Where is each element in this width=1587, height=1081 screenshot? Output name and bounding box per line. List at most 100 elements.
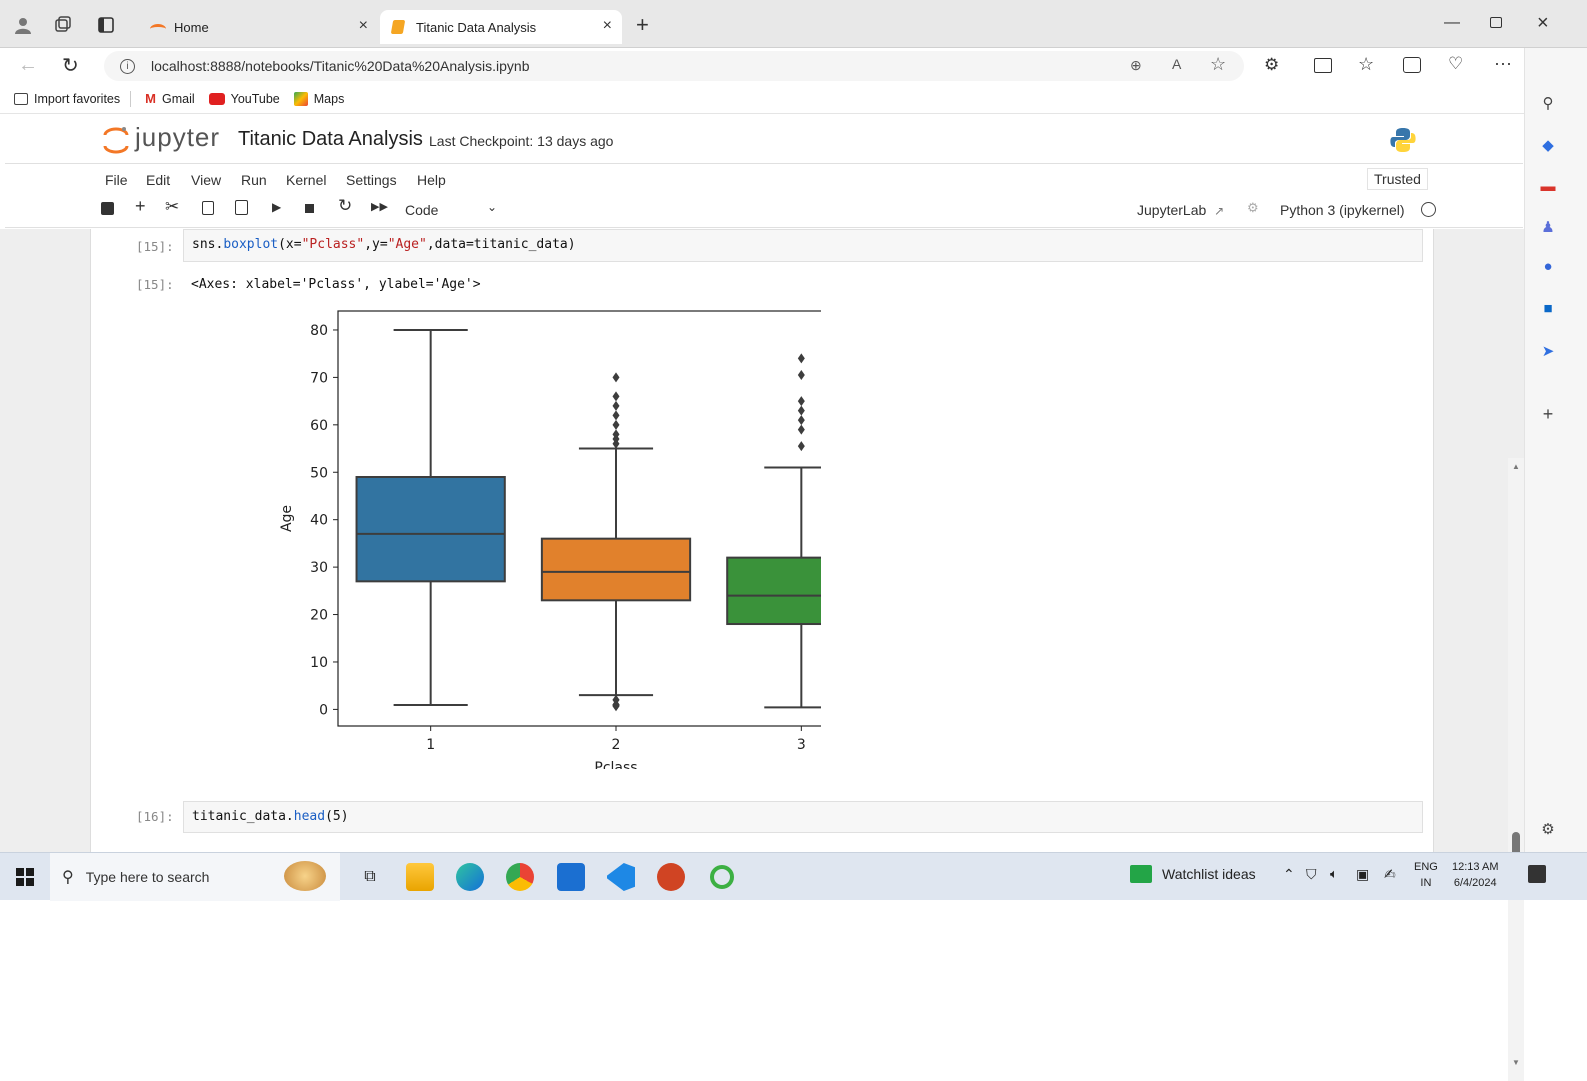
- code-cell-15[interactable]: sns.boxplot(x="Pclass",y="Age",data=tita…: [183, 229, 1423, 262]
- games-icon[interactable]: ♟: [1539, 218, 1557, 236]
- mail-icon[interactable]: [557, 863, 585, 891]
- restart-icon[interactable]: ↻: [338, 196, 352, 216]
- network-icon[interactable]: ⛉: [1306, 866, 1317, 883]
- menu-file[interactable]: File: [105, 172, 128, 188]
- back-icon[interactable]: ←: [18, 54, 38, 77]
- y-tick-label: 80: [310, 323, 328, 339]
- vscode-icon[interactable]: [607, 863, 635, 891]
- close-tab-icon[interactable]: ×: [603, 17, 612, 35]
- minimize-icon[interactable]: —: [1444, 14, 1460, 32]
- clock[interactable]: 12:13 AM 6/4/2024: [1452, 859, 1498, 891]
- maximize-icon[interactable]: [1490, 17, 1502, 28]
- kernel-name[interactable]: Python 3 (ipykernel): [1280, 202, 1405, 218]
- maps-link[interactable]: Maps: [293, 91, 345, 106]
- shopping-tag-icon[interactable]: ◆: [1539, 136, 1557, 154]
- fav-label: Maps: [313, 91, 345, 106]
- read-aloud-icon[interactable]: A: [1172, 56, 1181, 72]
- url-field[interactable]: i localhost:8888/notebooks/Titanic%20Dat…: [104, 51, 1244, 81]
- workspaces-icon[interactable]: [54, 16, 72, 34]
- menu-kernel[interactable]: Kernel: [286, 172, 326, 188]
- profile-icon[interactable]: [14, 16, 32, 34]
- close-window-icon[interactable]: ×: [1537, 12, 1549, 35]
- add-icon[interactable]: +: [1539, 404, 1557, 424]
- x-tick-label: 1: [426, 737, 435, 753]
- lang-region: IN: [1420, 877, 1432, 889]
- code-token: boxplot: [223, 237, 279, 252]
- file-explorer-icon[interactable]: [406, 863, 434, 891]
- import-favorites-link[interactable]: Import favorites: [14, 92, 120, 106]
- refresh-icon[interactable]: ↻: [62, 53, 79, 78]
- lang-primary: ENG: [1414, 861, 1438, 873]
- watchlist-widget[interactable]: Watchlist ideas: [1130, 865, 1256, 883]
- chevron-down-icon: ⌄: [486, 200, 497, 214]
- code-cell-16[interactable]: titanic_data.head(5): [183, 801, 1423, 833]
- notification-icon[interactable]: [1528, 865, 1546, 883]
- stop-icon[interactable]: [305, 204, 314, 213]
- taskbar-search-box[interactable]: ⚲ Type here to search: [50, 853, 340, 901]
- box-iqr-1: [355, 476, 506, 583]
- menu-view[interactable]: View: [191, 172, 221, 188]
- favorite-star-icon[interactable]: ☆: [1210, 54, 1226, 75]
- favorites-icon[interactable]: ☆: [1358, 54, 1374, 75]
- cut-icon[interactable]: ✂: [165, 197, 179, 217]
- outlook-icon[interactable]: ■: [1539, 300, 1557, 318]
- display-icon[interactable]: ▣: [1356, 866, 1369, 883]
- browser-essentials-icon[interactable]: ♡: [1448, 54, 1463, 74]
- edge-icon[interactable]: [456, 863, 484, 891]
- kernel-settings-icon[interactable]: ⚙: [1247, 200, 1259, 216]
- language-indicator[interactable]: ENG IN: [1414, 859, 1438, 891]
- scroll-up-icon[interactable]: ▲: [1512, 462, 1520, 471]
- menu-edit[interactable]: Edit: [146, 172, 170, 188]
- jupyterlab-link[interactable]: JupyterLab ↗: [1137, 202, 1224, 218]
- windows-start-icon[interactable]: [16, 868, 34, 886]
- zoom-icon[interactable]: ⊕: [1130, 57, 1142, 74]
- task-view-icon[interactable]: ⧉: [356, 863, 384, 891]
- tab-actions-icon[interactable]: [98, 17, 114, 33]
- menu-settings[interactable]: Settings: [346, 172, 397, 188]
- send-icon[interactable]: ➤: [1539, 342, 1557, 360]
- new-tab-icon[interactable]: +: [636, 12, 649, 38]
- circle-app-icon[interactable]: [710, 865, 734, 889]
- powerpoint-icon[interactable]: [657, 863, 685, 891]
- save-icon[interactable]: [101, 202, 114, 215]
- menu-run[interactable]: Run: [241, 172, 267, 188]
- office-icon[interactable]: ●: [1539, 258, 1557, 276]
- paste-icon[interactable]: [235, 200, 248, 215]
- more-menu-icon[interactable]: ···: [1494, 53, 1512, 74]
- run-icon[interactable]: ▶: [272, 200, 281, 214]
- copy-icon[interactable]: [202, 201, 214, 215]
- site-info-icon[interactable]: i: [120, 58, 135, 74]
- tray-chevron-icon[interactable]: ⌃: [1283, 866, 1295, 883]
- youtube-link[interactable]: YouTube: [208, 92, 280, 106]
- search-icon[interactable]: ⚲: [1539, 94, 1557, 112]
- tools-icon[interactable]: ▬: [1539, 178, 1557, 196]
- x-tick-label: 3: [797, 737, 806, 753]
- chrome-icon[interactable]: [506, 863, 534, 891]
- jupyter-logo-text: jupyter: [135, 122, 221, 152]
- close-tab-icon[interactable]: ×: [359, 17, 368, 35]
- gmail-link[interactable]: M Gmail: [145, 91, 195, 106]
- scroll-down-icon[interactable]: ▼: [1512, 1058, 1520, 1067]
- kernel-status-icon: [1421, 202, 1436, 217]
- tab-titanic[interactable]: Titanic Data Analysis ×: [380, 10, 622, 44]
- y-tick-label: 30: [310, 560, 328, 576]
- cell-type-select[interactable]: Code ⌄: [405, 200, 497, 218]
- pen-icon[interactable]: ✍︎: [1384, 866, 1396, 883]
- code-token: "Pclass": [301, 237, 365, 252]
- split-screen-icon[interactable]: [1314, 58, 1332, 73]
- jupyter-menubar: File Edit View Run Kernel Settings Help …: [5, 164, 1523, 228]
- code-token: "Age": [387, 237, 427, 252]
- y-axis-label: Age: [279, 505, 295, 532]
- maps-icon: [293, 91, 308, 106]
- notebook-title[interactable]: Titanic Data Analysis: [238, 128, 423, 151]
- extensions-icon[interactable]: ⚙: [1264, 55, 1279, 75]
- run-all-icon[interactable]: ▶▶: [371, 200, 388, 213]
- tab-home[interactable]: Home ×: [138, 10, 378, 44]
- volume-icon[interactable]: 🔈︎: [1330, 866, 1338, 882]
- collections-icon[interactable]: [1403, 57, 1421, 73]
- menu-help[interactable]: Help: [417, 172, 446, 188]
- vertical-scrollbar[interactable]: ▲ ▼: [1508, 458, 1524, 1081]
- add-cell-icon[interactable]: +: [135, 196, 146, 217]
- settings-gear-icon[interactable]: ⚙: [1539, 820, 1557, 838]
- trusted-badge[interactable]: Trusted: [1367, 168, 1428, 190]
